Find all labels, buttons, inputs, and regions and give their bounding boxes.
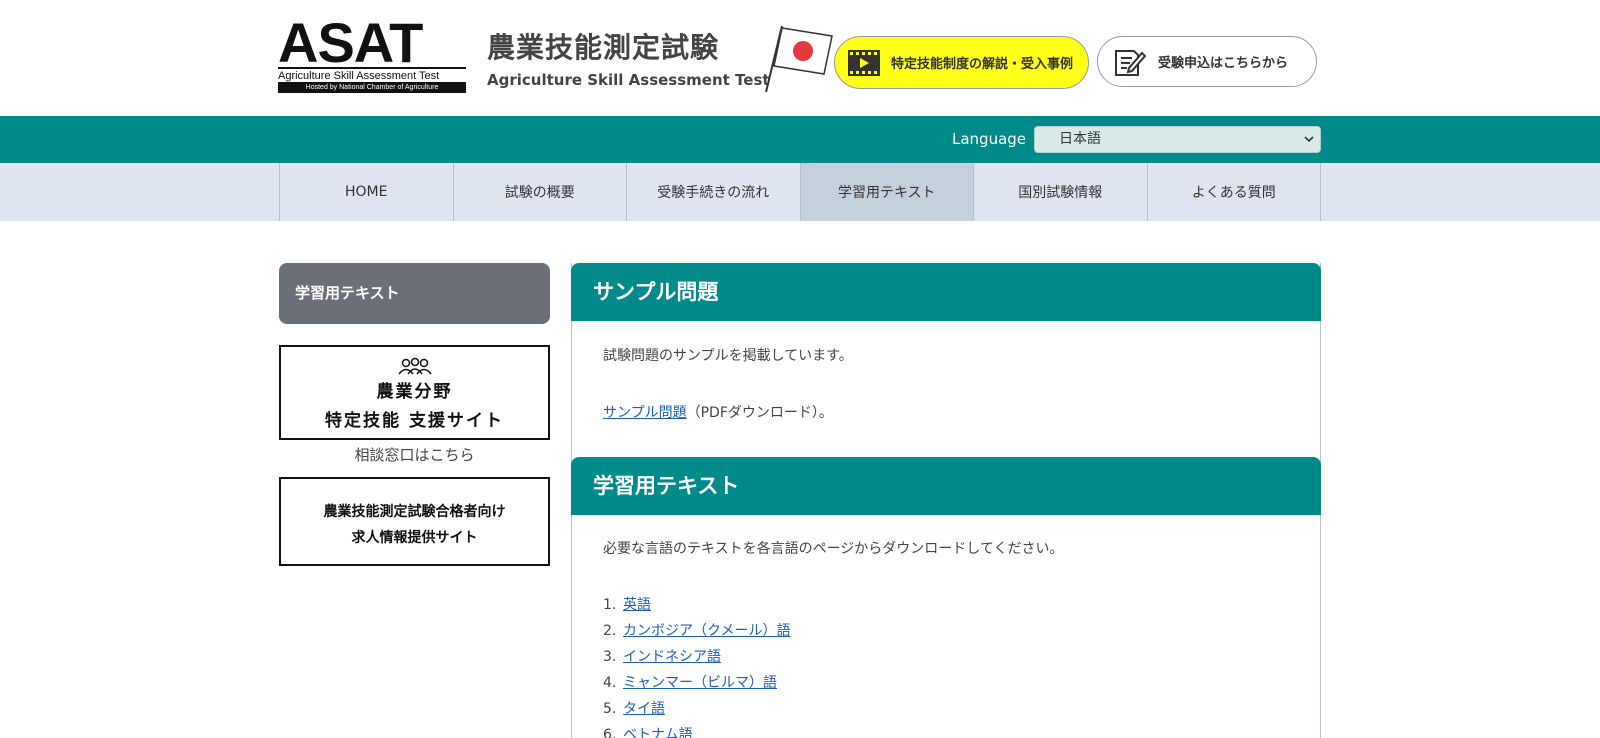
nav-item-faq[interactable]: よくある質問	[1148, 163, 1321, 221]
list-item: 3. インドネシア語	[603, 649, 721, 665]
explainer-video-button[interactable]: 特定技能制度の解説・受入事例	[834, 36, 1089, 89]
asat-logo[interactable]: ASAT Agriculture Skill Assessment Test H…	[278, 11, 468, 93]
language-label: Language	[952, 130, 1027, 148]
language-link-thai[interactable]: タイ語	[623, 701, 665, 717]
logo-tagline: Agriculture Skill Assessment Test	[278, 67, 466, 83]
list-item: 5. タイ語	[603, 701, 665, 717]
language-selected-value: 日本語	[1059, 131, 1101, 147]
language-text-list: 1. 英語 2. カンボジア（クメール）語 3. インドネシア語 4. ミャンマー（ビル…	[603, 593, 790, 738]
language-select[interactable]: 日本語	[1034, 126, 1321, 153]
consultation-link[interactable]: 相談窓口はこちら	[279, 444, 550, 465]
list-item: 6. ベトナム語	[603, 723, 790, 738]
sample-pdf-link[interactable]: サンプル問題	[603, 405, 687, 421]
sample-section-title: サンプル問題	[571, 263, 1321, 321]
main-navigation-bar: HOME 試験の概要 受験手続きの流れ 学習用テキスト 国別試験情報 よくある質…	[0, 163, 1600, 221]
language-link-burmese[interactable]: ミャンマー（ビルマ）語	[623, 675, 777, 691]
sample-download-line: サンプル問題（PDFダウンロード）。	[603, 402, 833, 422]
text-description: 必要な言語のテキストを各言語のページからダウンロードしてください。	[603, 541, 1064, 557]
people-icon	[397, 357, 432, 375]
site-title: 農業技能測定試験	[487, 31, 720, 64]
site-subtitle: Agriculture Skill Assessment Test	[487, 71, 770, 89]
language-link-english[interactable]: 英語	[623, 597, 651, 613]
logo-wordmark: ASAT	[278, 11, 423, 74]
nav-item-country-info[interactable]: 国別試験情報	[974, 163, 1148, 221]
job-banner-line1: 農業技能測定試験合格者向け	[323, 504, 506, 520]
language-link-khmer[interactable]: カンボジア（クメール）語	[623, 623, 790, 639]
apply-exam-button[interactable]: 受験申込はこちらから	[1097, 36, 1317, 87]
list-item: 2. カンボジア（クメール）語	[603, 623, 791, 639]
support-banner-line2: 特定技能 支援サイト	[325, 411, 504, 431]
nav-item-home[interactable]: HOME	[280, 163, 454, 221]
document-pen-icon	[1115, 49, 1146, 76]
apply-exam-label: 受験申込はこちらから	[1158, 56, 1289, 71]
nav-item-study-text[interactable]: 学習用テキスト	[800, 163, 974, 221]
support-banner-line1: 農業分野	[376, 382, 453, 402]
logo-hosted-by: Hosted by National Chamber of Agricultur…	[278, 82, 466, 93]
language-link-vietnamese[interactable]: ベトナム語	[623, 727, 693, 738]
chevron-down-icon	[1304, 136, 1314, 143]
explainer-video-label: 特定技能制度の解説・受入事例	[891, 57, 1074, 72]
site-header: ASAT Agriculture Skill Assessment Test H…	[0, 0, 1600, 116]
video-play-icon	[848, 49, 880, 76]
nav-item-procedure[interactable]: 受験手続きの流れ	[627, 163, 801, 221]
job-banner-line2: 求人情報提供サイト	[351, 530, 478, 546]
main-navigation: HOME 試験の概要 受験手続きの流れ 学習用テキスト 国別試験情報 よくある質…	[279, 163, 1321, 221]
sample-description: 試験問題のサンプルを掲載しています。	[603, 348, 853, 364]
language-link-indonesian[interactable]: インドネシア語	[623, 649, 721, 665]
support-site-banner[interactable]: 農業分野 特定技能 支援サイト	[279, 345, 550, 440]
language-bar: Language 日本語	[0, 116, 1600, 163]
list-item: 4. ミャンマー（ビルマ）語	[603, 675, 777, 691]
sample-pdf-suffix: （PDFダウンロード）。	[686, 405, 833, 421]
nav-item-overview[interactable]: 試験の概要	[454, 163, 627, 221]
sidebar-heading[interactable]: 学習用テキスト	[279, 263, 550, 324]
job-info-banner[interactable]: 農業技能測定試験合格者向け 求人情報提供サイト	[279, 477, 550, 566]
japan-flag-icon	[765, 25, 833, 93]
text-section-title: 学習用テキスト	[571, 457, 1321, 515]
list-item: 1. 英語	[603, 597, 651, 613]
